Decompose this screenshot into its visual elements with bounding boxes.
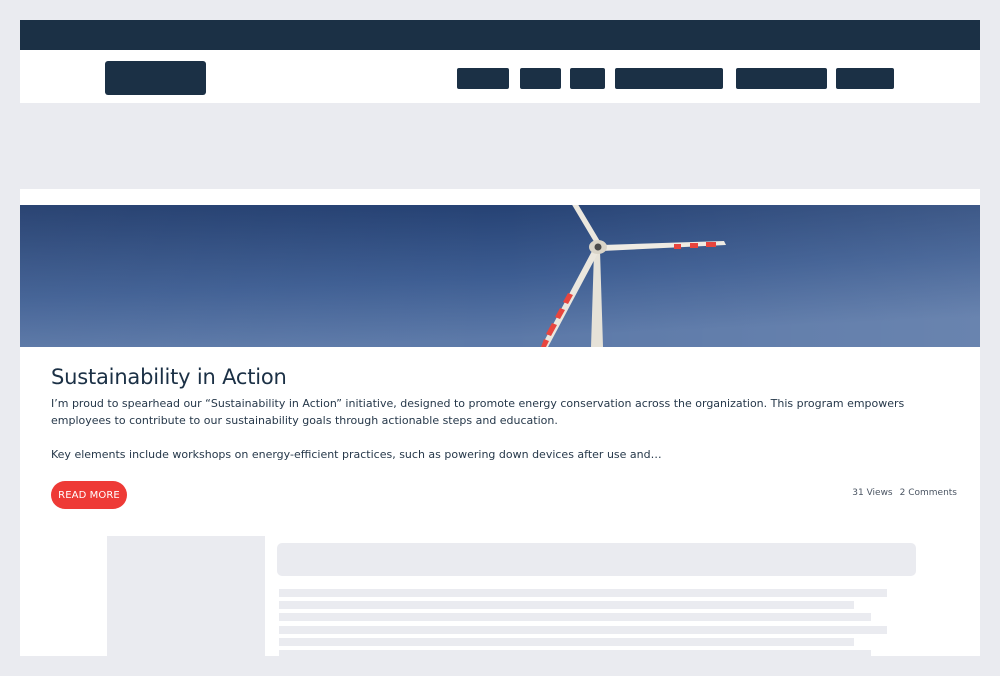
post-excerpt: I’m proud to spearhead our “Sustainabili… (51, 395, 951, 480)
comments-count[interactable]: 2 Comments (900, 488, 957, 498)
site-header (20, 50, 980, 103)
top-bar (20, 20, 980, 50)
placeholder-line (279, 601, 854, 609)
views-count: 31 Views (852, 488, 893, 498)
post-title[interactable]: Sustainability in Action (51, 365, 287, 389)
nav-item-3[interactable] (570, 68, 605, 89)
placeholder-line (279, 650, 871, 656)
nav-item-2[interactable] (520, 68, 561, 89)
nav-item-1[interactable] (457, 68, 509, 89)
placeholder-line (279, 589, 887, 597)
nav-item-5[interactable] (736, 68, 827, 89)
placeholder-thumbnail (107, 536, 265, 656)
post-card: Sustainability in Action I’m proud to sp… (20, 189, 980, 656)
wind-turbine-image (20, 205, 980, 347)
post-hero-image[interactable] (20, 205, 980, 347)
nav-item-6[interactable] (836, 68, 894, 89)
placeholder-line (279, 638, 854, 646)
post-meta: 31 Views 2 Comments (852, 488, 957, 498)
excerpt-paragraph-1: I’m proud to spearhead our “Sustainabili… (51, 397, 905, 427)
placeholder-line (279, 613, 871, 621)
excerpt-paragraph-2: Key elements include workshops on energy… (51, 448, 662, 461)
placeholder-line (279, 626, 887, 634)
placeholder-title (277, 543, 916, 576)
nav-item-4[interactable] (615, 68, 723, 89)
read-more-button[interactable]: Read More (51, 481, 127, 509)
site-logo[interactable] (105, 61, 206, 95)
